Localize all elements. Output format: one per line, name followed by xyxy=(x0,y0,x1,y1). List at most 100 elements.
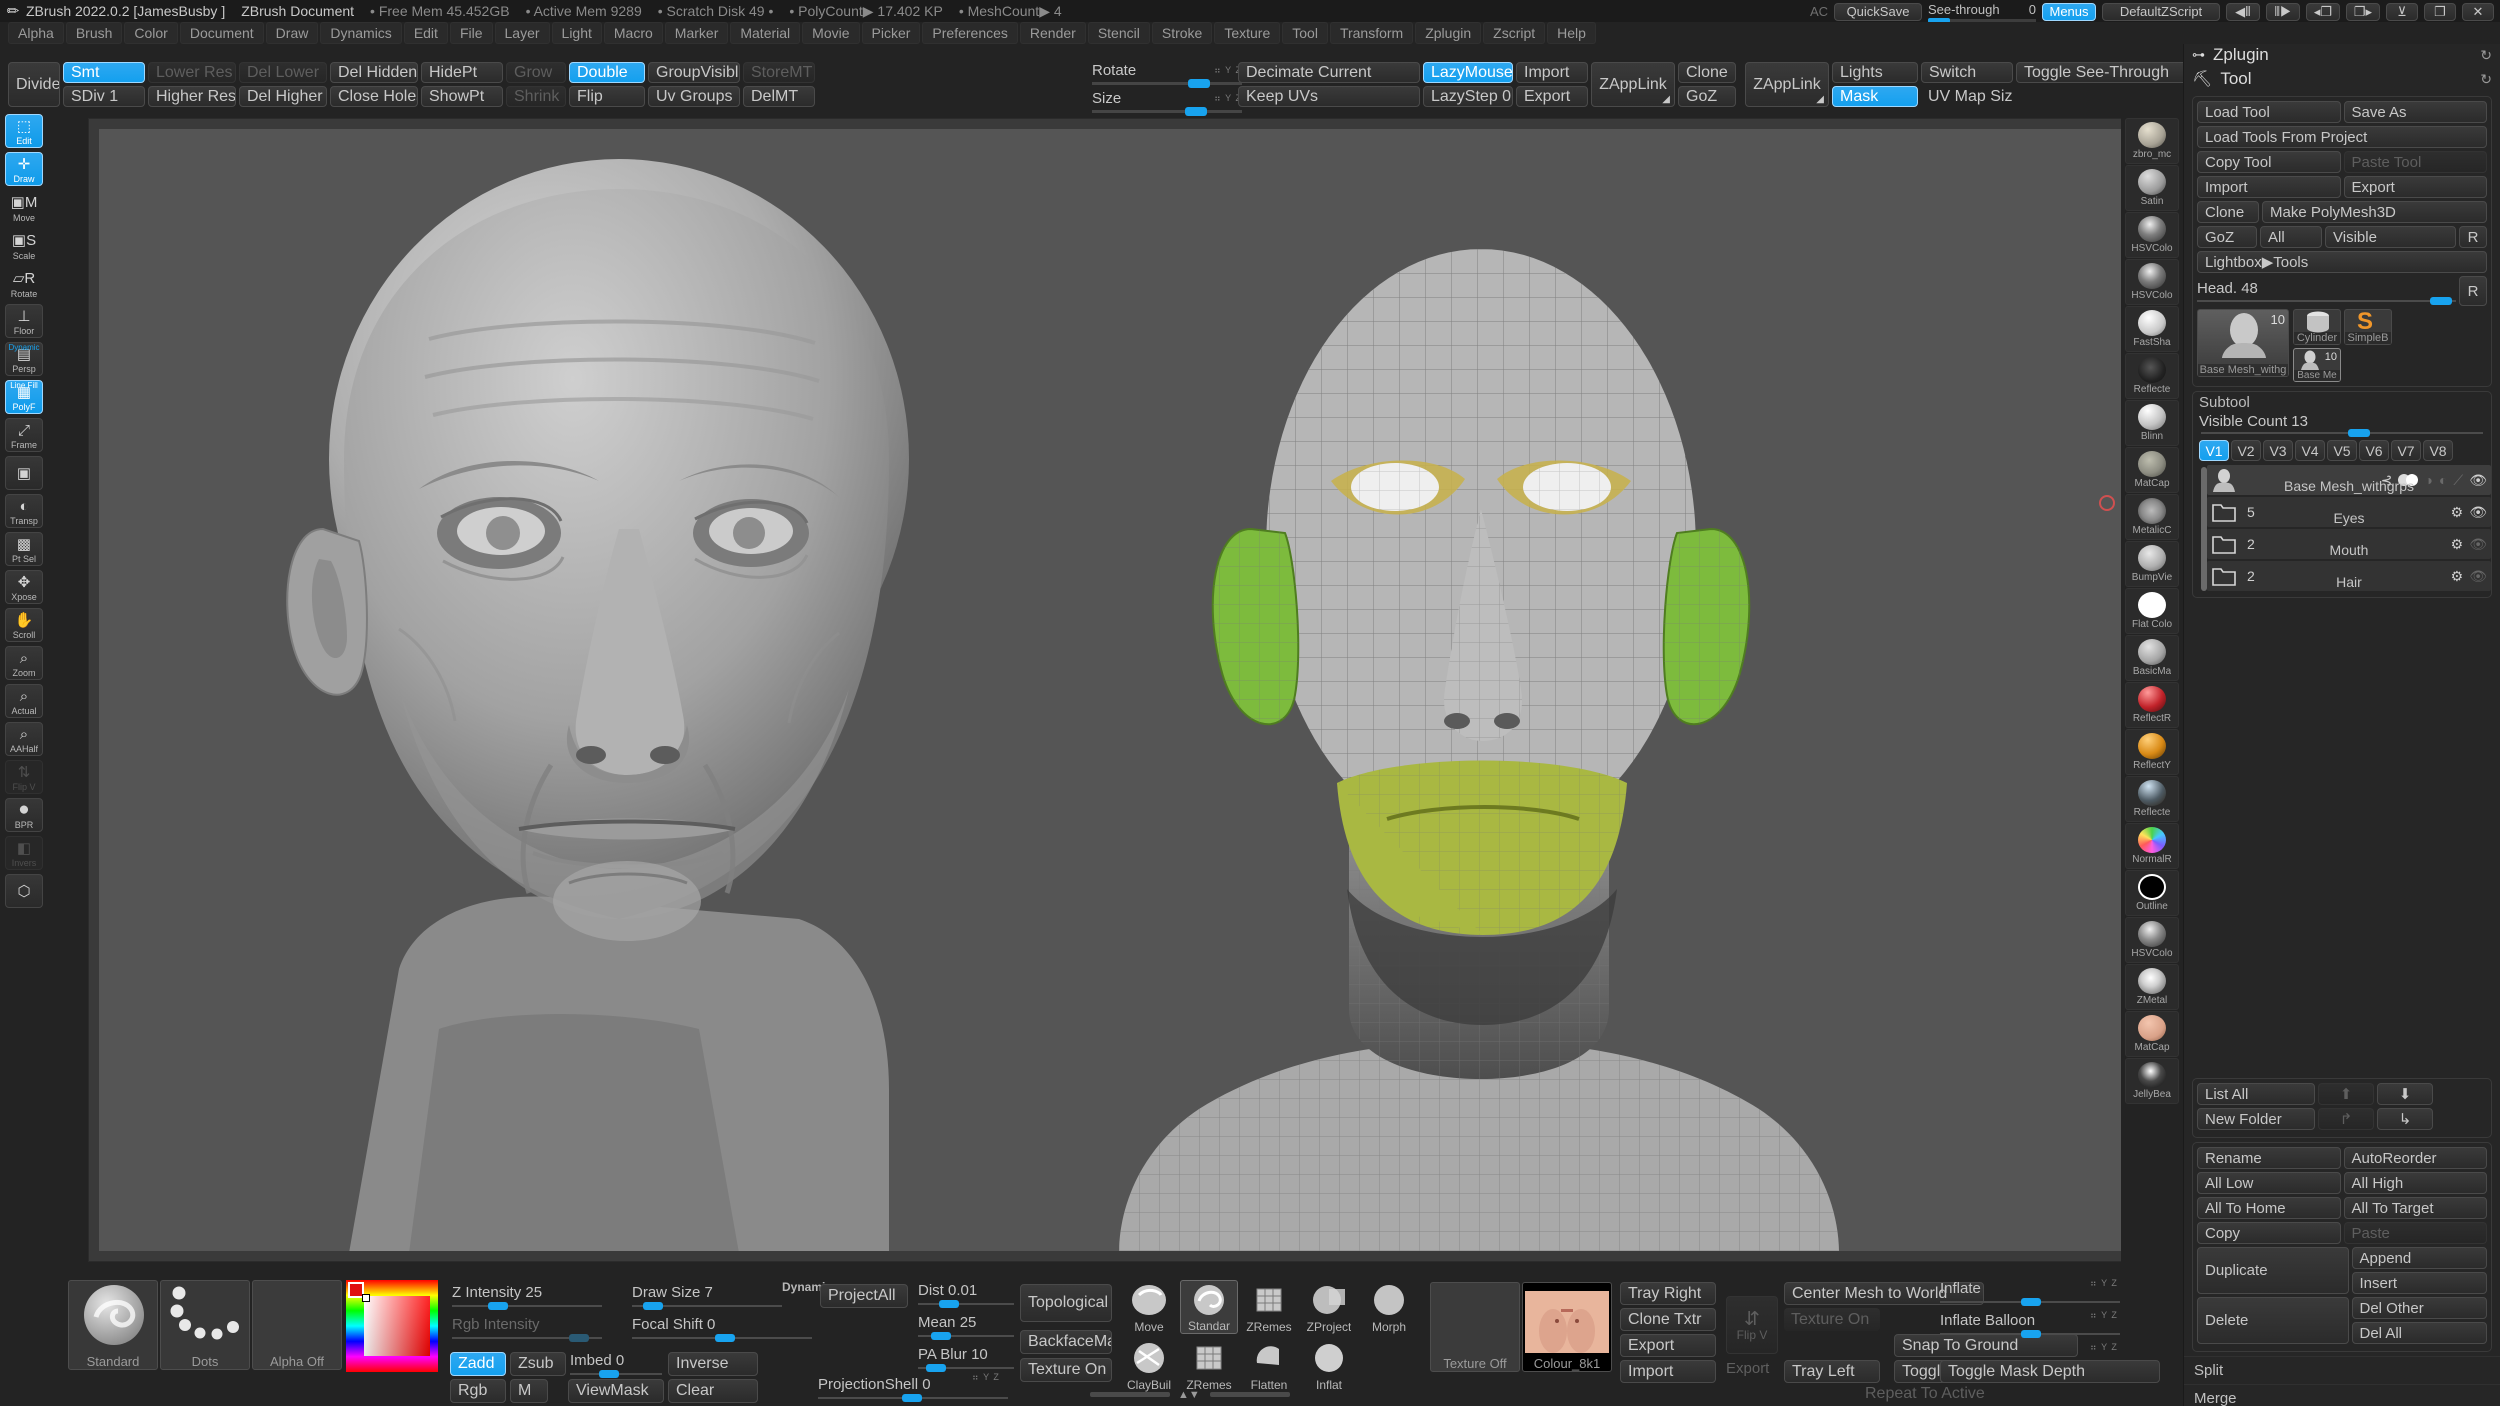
goz-button[interactable]: GoZ xyxy=(1678,86,1736,107)
higher-res-button[interactable]: Higher Res xyxy=(148,86,236,107)
material-19[interactable]: MatCap xyxy=(2125,1011,2179,1057)
material-2[interactable]: HSVColo xyxy=(2125,212,2179,258)
material-18[interactable]: ZMetal xyxy=(2125,964,2179,1010)
paste-tool-button[interactable]: Paste Tool xyxy=(2344,151,2488,173)
menu-item-stroke[interactable]: Stroke xyxy=(1152,22,1212,44)
texture-on-button[interactable]: Texture On xyxy=(1020,1358,1112,1382)
tray-left-arrow-icon[interactable]: ◀⦀ xyxy=(2226,3,2260,21)
brush-flatten[interactable]: Flatten xyxy=(1240,1338,1298,1392)
alpha-thumbnail[interactable]: Alpha Off xyxy=(252,1280,342,1370)
material-17[interactable]: HSVColo xyxy=(2125,917,2179,963)
tool-refresh-icon[interactable]: ↻ xyxy=(2480,71,2492,88)
size-slider[interactable]: Size⠶ Y Z xyxy=(1092,90,1242,113)
all-low-button[interactable]: All Low xyxy=(2197,1172,2341,1194)
goz-visible-button[interactable]: Visible xyxy=(2325,226,2456,248)
z-intensity-slider[interactable]: Z Intensity 25 xyxy=(452,1284,602,1307)
head-slider-r-button[interactable]: R xyxy=(2459,276,2487,306)
tool-zoom[interactable]: ⌕Zoom xyxy=(5,646,43,680)
eye-visibility-icon[interactable]: 👁 xyxy=(2469,536,2487,553)
lazymouse-toggle[interactable]: LazyMouse xyxy=(1423,62,1513,83)
brush-zremesher-2[interactable]: ZRemes xyxy=(1180,1338,1238,1392)
del-other-button[interactable]: Del Other xyxy=(2352,1297,2488,1319)
material-11[interactable]: BasicMa xyxy=(2125,635,2179,681)
subtool-folder-hair[interactable]: 2 Hair ⚙ 👁 xyxy=(2207,561,2491,591)
dist-slider[interactable]: Dist 0.01 xyxy=(918,1282,1014,1305)
clear-button[interactable]: Clear xyxy=(668,1379,758,1403)
divide-button[interactable]: Divide xyxy=(8,62,60,107)
texture-off-thumbnail[interactable]: Texture Off xyxy=(1430,1282,1520,1372)
export-tool-button[interactable]: Export xyxy=(2344,176,2488,198)
close-holes-button[interactable]: Close Holes xyxy=(330,86,418,107)
menu-item-stencil[interactable]: Stencil xyxy=(1088,22,1150,44)
menu-item-marker[interactable]: Marker xyxy=(665,22,729,44)
tool-thumb-base-me[interactable]: 10 Base Me xyxy=(2293,348,2341,382)
export-texture-button[interactable]: Export xyxy=(1620,1334,1716,1357)
texture-on-thumbnail[interactable]: Colour_8k1 xyxy=(1522,1282,1612,1372)
subtool-folder-eyes[interactable]: 5 Eyes ⚙ 👁 xyxy=(2207,497,2491,527)
circle-split-icon[interactable]: ◐ xyxy=(2439,472,2447,488)
draw-size-slider[interactable]: Draw Size 7 xyxy=(632,1284,782,1307)
tool-cube[interactable]: ⬡ xyxy=(5,874,43,908)
half-circle-icon[interactable]: ◑ xyxy=(2424,472,2432,488)
menu-item-help[interactable]: Help xyxy=(1547,22,1596,44)
goz-r-button[interactable]: R xyxy=(2459,226,2487,248)
menu-item-color[interactable]: Color xyxy=(124,22,177,44)
copy-tool-button[interactable]: Copy Tool xyxy=(2197,151,2341,173)
material-6[interactable]: Blinn xyxy=(2125,400,2179,446)
import-texture-button[interactable]: Import xyxy=(1620,1360,1716,1383)
hidept-button[interactable]: HidePt xyxy=(421,62,503,83)
showpt-button[interactable]: ShowPt xyxy=(421,86,503,107)
tool-aahalf[interactable]: ⌕AAHalf xyxy=(5,722,43,756)
tray-right-arrow-icon[interactable]: ⦀▶ xyxy=(2266,3,2300,21)
material-1[interactable]: Satin xyxy=(2125,165,2179,211)
zapplink-button-1[interactable]: ZAppLink ◢ xyxy=(1591,62,1675,107)
subtool-title[interactable]: Subtool xyxy=(2193,392,2491,413)
brush-thumbnail[interactable]: Standard xyxy=(68,1280,158,1370)
brush-claybuildup[interactable]: ClayBuil xyxy=(1120,1338,1178,1392)
duplicate-button[interactable]: Duplicate xyxy=(2197,1247,2349,1294)
tool-transp[interactable]: ◐Transp xyxy=(5,494,43,528)
projectall-button[interactable]: ProjectAll xyxy=(820,1284,908,1308)
export-button[interactable]: Export xyxy=(1516,86,1588,107)
horizontal-scrollbar[interactable]: ▲▼ xyxy=(1090,1390,1290,1399)
menu-item-zplugin[interactable]: Zplugin xyxy=(1415,22,1481,44)
brush-inflat[interactable]: Inflat xyxy=(1300,1338,1358,1392)
del-lower-button[interactable]: Del Lower xyxy=(239,62,327,83)
tool-scale[interactable]: ▣SScale xyxy=(5,228,43,262)
clone-tool-button[interactable]: Clone xyxy=(2197,201,2259,223)
move-in-icon[interactable]: ↳ xyxy=(2377,1108,2433,1130)
tool-frame[interactable]: ⤢Frame xyxy=(5,418,43,452)
toggle-mask-depth-button-2[interactable]: Toggle Mask Depth xyxy=(1940,1360,2160,1383)
material-20[interactable]: JellyBea xyxy=(2125,1058,2179,1104)
topological-button[interactable]: Topological xyxy=(1020,1284,1112,1322)
rename-button[interactable]: Rename xyxy=(2197,1147,2341,1169)
all-to-target-button[interactable]: All To Target xyxy=(2344,1197,2488,1219)
storemt-button[interactable]: StoreMT xyxy=(743,62,815,83)
new-folder-button[interactable]: New Folder xyxy=(2197,1108,2315,1130)
material-13[interactable]: ReflectY xyxy=(2125,729,2179,775)
restore-button[interactable]: ❐ xyxy=(2424,3,2456,21)
m-toggle[interactable]: M xyxy=(510,1379,548,1403)
menu-item-dynamics[interactable]: Dynamics xyxy=(320,22,401,44)
menu-item-alpha[interactable]: Alpha xyxy=(8,22,64,44)
move-down-icon[interactable]: ⬇ xyxy=(2377,1083,2433,1105)
material-7[interactable]: MatCap xyxy=(2125,447,2179,493)
menu-item-transform[interactable]: Transform xyxy=(1330,22,1413,44)
tool-thumb-cylinder[interactable]: Cylinder xyxy=(2293,309,2341,345)
brush-stroke-icon[interactable]: ⟋ xyxy=(2453,472,2463,489)
menu-item-zscript[interactable]: Zscript xyxy=(1483,22,1545,44)
eye-visibility-icon[interactable]: 👁 xyxy=(2469,504,2487,521)
menu-item-layer[interactable]: Layer xyxy=(495,22,550,44)
gear-icon[interactable]: ⚙ xyxy=(2451,504,2464,521)
lazystep-slider[interactable]: LazyStep 0.25 xyxy=(1423,86,1513,107)
delmt-button[interactable]: DelMT xyxy=(743,86,815,107)
insert-button[interactable]: Insert xyxy=(2352,1272,2488,1294)
brush-morph[interactable]: Morph xyxy=(1360,1280,1418,1334)
menu-item-render[interactable]: Render xyxy=(1020,22,1086,44)
close-button[interactable]: ✕ xyxy=(2462,3,2494,21)
tray-left-button[interactable]: Tray Left xyxy=(1784,1360,1880,1383)
head-slider[interactable]: Head. 48 xyxy=(2197,280,2456,302)
load-tools-from-project-button[interactable]: Load Tools From Project xyxy=(2197,126,2487,148)
tool-thumb-simplebrush[interactable]: S SimpleB xyxy=(2344,309,2392,345)
smt-toggle[interactable]: Smt xyxy=(63,62,145,83)
